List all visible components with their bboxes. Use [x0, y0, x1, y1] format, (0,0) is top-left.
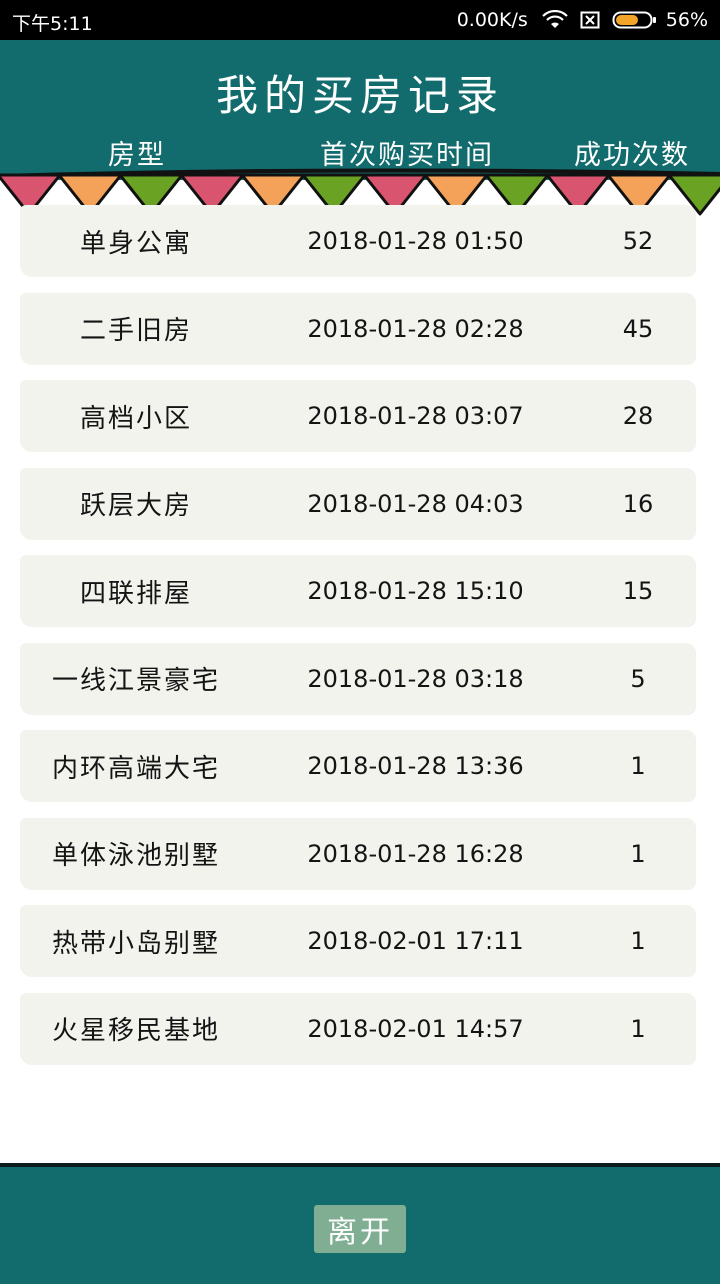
- record-type: 四联排屋: [79, 578, 192, 609]
- record-row: 热带小岛别墅 2018-02-01 17:11 1: [20, 905, 696, 977]
- record-type: 一线江景豪宅: [51, 666, 220, 696]
- record-success-count: 28: [622, 402, 654, 430]
- status-right: 0.00K/s 56%: [457, 9, 708, 31]
- record-success-count: 15: [622, 577, 654, 605]
- record-first-purchase-time: 2018-01-28 01:50: [307, 227, 524, 255]
- record-type: 单体泳池别墅: [51, 841, 220, 871]
- record-first-purchase-time: 2018-01-28 15:10: [307, 577, 524, 605]
- record-success-count: 1: [630, 752, 646, 780]
- record-type: 内环高端大宅: [51, 753, 220, 784]
- record-success-count: 1: [630, 839, 646, 868]
- record-success-count: 1: [630, 927, 646, 955]
- status-time: 下午5:11: [12, 13, 93, 35]
- records-list: 单身公寓 2018-01-28 01:50 52 二手旧房 2018-01-28 02:…: [20, 205, 700, 1080]
- record-type: 跃层大房: [79, 491, 192, 521]
- header: 我的买房记录 房型 首次购买时间 成功次数: [0, 40, 720, 180]
- column-header-time: 首次购买时间: [320, 140, 494, 171]
- record-row: 二手旧房 2018-01-28 02:28 45: [20, 292, 696, 365]
- status-bar: 下午5:11 0.00K/s 56%: [0, 0, 720, 40]
- record-row: 四联排屋 2018-01-28 15:10 15: [20, 555, 696, 627]
- record-first-purchase-time: 2018-01-28 03:18: [307, 664, 524, 693]
- record-first-purchase-time: 2018-02-01 14:57: [307, 1014, 524, 1043]
- record-success-count: 5: [630, 664, 646, 693]
- record-row: 内环高端大宅 2018-01-28 13:36 1: [20, 730, 696, 802]
- record-row: 一线江景豪宅 2018-01-28 03:18 5: [20, 642, 696, 715]
- record-type: 二手旧房: [79, 316, 192, 346]
- column-header-type: 房型: [108, 140, 166, 171]
- wifi-icon: [541, 10, 568, 28]
- record-type: 火星移民基地: [51, 1016, 220, 1046]
- record-first-purchase-time: 2018-01-28 04:03: [307, 489, 524, 518]
- record-first-purchase-time: 2018-01-28 02:28: [307, 314, 524, 343]
- column-header-count: 成功次数: [574, 140, 690, 171]
- record-first-purchase-time: 2018-01-28 13:36: [307, 752, 524, 780]
- record-row: 高档小区 2018-01-28 03:07 28: [20, 380, 696, 452]
- leave-button[interactable]: 离开: [314, 1205, 406, 1253]
- page-title: 我的买房记录: [215, 71, 504, 120]
- record-type: 热带小岛别墅: [51, 928, 220, 959]
- record-success-count: 1: [630, 1014, 646, 1043]
- record-type: 高档小区: [79, 403, 192, 434]
- record-row: 火星移民基地 2018-02-01 14:57 1: [20, 992, 696, 1065]
- record-success-count: 52: [622, 227, 654, 255]
- record-first-purchase-time: 2018-01-28 16:28: [307, 839, 524, 868]
- record-success-count: 16: [622, 489, 654, 518]
- record-first-purchase-time: 2018-01-28 03:07: [307, 402, 524, 430]
- record-success-count: 45: [622, 314, 654, 343]
- record-row: 单体泳池别墅 2018-01-28 16:28 1: [20, 817, 696, 890]
- battery-icon: [612, 11, 656, 29]
- record-row: 跃层大房 2018-01-28 04:03 16: [20, 467, 696, 540]
- network-speed: 0.00K/s: [456, 9, 528, 31]
- record-type: 单身公寓: [79, 228, 192, 259]
- sim-icon: [580, 11, 600, 29]
- record-row: 单身公寓 2018-01-28 01:50 52: [20, 205, 696, 277]
- footer: 离开: [0, 1163, 720, 1284]
- record-first-purchase-time: 2018-02-01 17:11: [307, 927, 524, 955]
- battery-level: 56%: [665, 9, 708, 31]
